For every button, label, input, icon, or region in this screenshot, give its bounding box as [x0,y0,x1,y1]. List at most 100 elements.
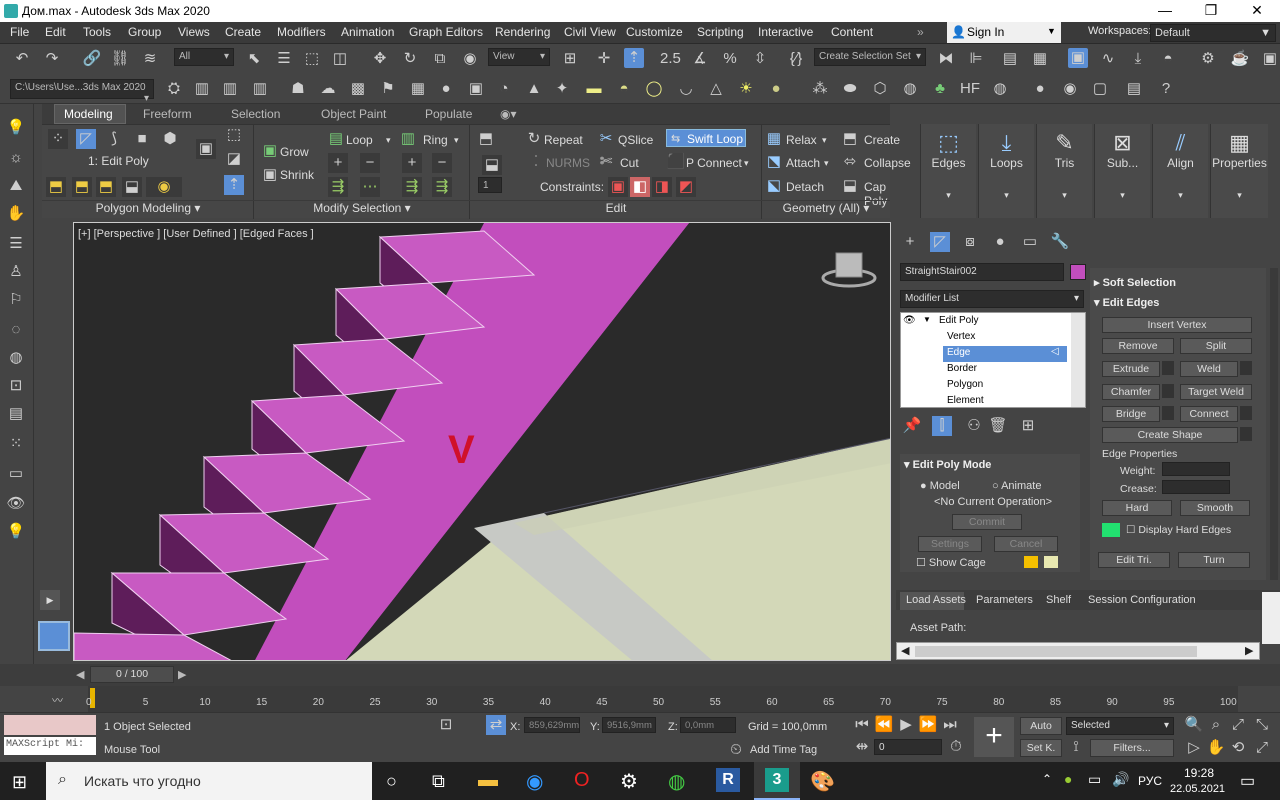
constraint-face-icon[interactable]: ◨ [652,177,672,197]
x-coordinate-field[interactable]: 859,629mm [524,717,580,733]
flag-icon[interactable]: ⚑ [378,79,398,99]
chevron-up-icon[interactable]: ⌃ [1042,772,1052,786]
viewport-bg-icon[interactable]: ▩ [348,79,368,99]
capsule-icon[interactable]: ⬬ [840,79,860,99]
bones-icon[interactable]: ✋ [6,204,26,224]
connect-settings-icon[interactable] [1240,406,1252,420]
align-icon[interactable]: ⊫ [966,49,986,69]
light-icon[interactable]: ✦ [552,79,572,99]
cone-icon[interactable]: ▲ [524,79,544,99]
attach-icon[interactable]: ⬔ [764,152,784,172]
modifier-stack-label[interactable]: 1: Edit Poly [88,154,149,168]
render-icon[interactable]: ☕ [1230,49,1250,69]
cancel-button[interactable]: Cancel [994,536,1058,552]
pin-icon[interactable]: 📌 [902,416,922,436]
spinner[interactable]: 1 [478,177,502,193]
bridge-button[interactable]: Bridge [1102,406,1160,422]
render-icon[interactable]: ◍ [6,348,26,368]
modify-tab-icon[interactable]: ◸ [930,232,950,252]
chamfer-button[interactable]: Chamfer [1102,384,1160,400]
sun-icon[interactable]: ☼ [6,148,26,168]
toggle-scene-explorer-icon[interactable]: ▤ [1000,49,1020,69]
clock-date[interactable]: 22.05.2021 [1170,783,1225,795]
stack-item-element[interactable]: Element [947,395,984,406]
show-end-result-icon[interactable]: ⬓ [122,177,142,197]
configure-icon[interactable]: ⊞ [1018,416,1038,436]
z-coordinate-field[interactable]: 0,0mm [680,717,736,733]
zoom-extents-all-icon[interactable]: ⤡ [1252,715,1272,735]
menu-views[interactable]: Views [178,25,210,39]
constraint-edge-icon[interactable]: ◧ [630,177,650,197]
detach-icon[interactable]: ⬕ [764,176,784,196]
menu-content[interactable]: Content [831,25,873,39]
opera-icon[interactable]: O [574,769,590,792]
keyboard-shortcut-override-icon[interactable]: ⇡ [624,48,644,68]
chevron-right-icon[interactable]: ▶ [1245,644,1253,657]
weld-settings-icon[interactable] [1240,361,1252,375]
loops-panel-button[interactable]: ⤓ Loops ▾ [978,124,1034,218]
trash-icon[interactable]: 🗑 [988,416,1008,436]
create-icon[interactable]: ⬒ [840,129,860,149]
render-sphere-icon[interactable]: ● [1030,79,1050,99]
relax-button[interactable]: Relax [786,133,817,147]
perspective-viewport[interactable]: V [+] [Perspective ] [User Defined ] [Ed… [73,222,891,661]
commit-button[interactable]: Commit [952,514,1022,530]
3ds-max-taskbar-button[interactable]: 3 [754,762,800,800]
sign-in-dropdown[interactable]: 👤 Sign In ▼ [947,22,1061,43]
show-end-result-icon[interactable]: ⫿ [932,416,952,436]
extrude-button[interactable]: Extrude [1102,361,1160,377]
menu-tools[interactable]: Tools [83,25,111,39]
lightbulb-icon[interactable]: 💡 [6,118,26,138]
windows-start-icon[interactable]: ⊞ [12,772,27,793]
volume-icon[interactable]: 🔊 [1112,771,1129,788]
grow-icon[interactable]: ▣ [260,141,280,161]
select-object-icon[interactable]: ⬉ [244,49,264,69]
cortana-icon[interactable]: ○ [386,771,397,792]
menu-graph-editors[interactable]: Graph Editors [409,25,483,39]
pyramid-icon[interactable]: △ [706,79,726,99]
select-manipulate-icon[interactable]: ✛ [594,49,614,69]
stack-item-edit-poly[interactable]: Edit Poly [939,315,978,326]
minimize-button[interactable]: — [1150,2,1180,18]
soft-selection-rollout[interactable]: ▸ Soft Selection [1094,276,1176,289]
hard-edge-color-swatch[interactable] [1102,523,1120,537]
hard-button[interactable]: Hard [1102,500,1172,516]
set-key-icon[interactable]: + [974,717,1014,757]
dot-ring-icon[interactable]: ⇶ [432,177,452,197]
swift-loop-button[interactable]: ⇆ Swift Loop [666,129,746,147]
file-explorer-icon[interactable]: ▬ [478,769,498,792]
ring-mode-icon[interactable]: ⇶ [402,177,422,197]
tab-load-assets[interactable]: Load Assets [906,594,966,606]
pie-icon[interactable]: ◔ [494,79,514,99]
orbit-icon[interactable]: ⟲ [1228,738,1248,758]
notifications-icon[interactable]: ▭ [1240,771,1255,791]
pan-icon[interactable]: ✋ [1206,738,1226,758]
eye-icon[interactable]: 👁 [903,315,916,326]
menu-civil-view[interactable]: Civil View [564,25,616,39]
chevron-left-icon[interactable]: ◀ [76,668,84,681]
plane-icon[interactable]: ▬ [584,79,604,99]
hdri-icon[interactable]: HF [960,79,980,99]
menu-edit[interactable]: Edit [45,25,66,39]
object-name-field[interactable]: StraightStair002 [900,263,1064,281]
network-icon[interactable]: ⬡ [870,79,890,99]
place-icon[interactable]: ◉ [460,49,480,69]
polygon-modeling-section[interactable]: Polygon Modeling ▾ [42,200,254,218]
motion-tab-icon[interactable]: ● [990,232,1010,252]
zoom-all-icon[interactable]: ⌕ [1206,715,1226,735]
animate-radio[interactable]: ○ Animate [992,480,1041,492]
edges-panel-button[interactable]: ⬚ Edges ▾ [920,124,976,218]
dot-loop-icon[interactable]: ⋯ [360,177,380,197]
containers-icon[interactable]: ▥ [192,79,212,99]
properties-panel-button[interactable]: ▦ Properties ▾ [1210,124,1268,218]
next-frame-icon[interactable]: ⏩ [918,715,938,735]
plant-icon[interactable]: ♣ [930,79,950,99]
unlink-icon[interactable]: ⛓ [110,49,130,69]
teapot-icon[interactable]: ☗ [288,79,308,99]
tab-freeform[interactable]: Freeform [143,107,192,121]
key-filters-icon[interactable]: ⟟ [1066,737,1086,757]
remove-button[interactable]: Remove [1102,338,1174,354]
add-time-tag-button[interactable]: Add Time Tag [750,744,817,756]
tab-session-configuration[interactable]: Session Configuration [1088,594,1196,606]
particles-icon[interactable]: ⁙ [6,434,26,454]
